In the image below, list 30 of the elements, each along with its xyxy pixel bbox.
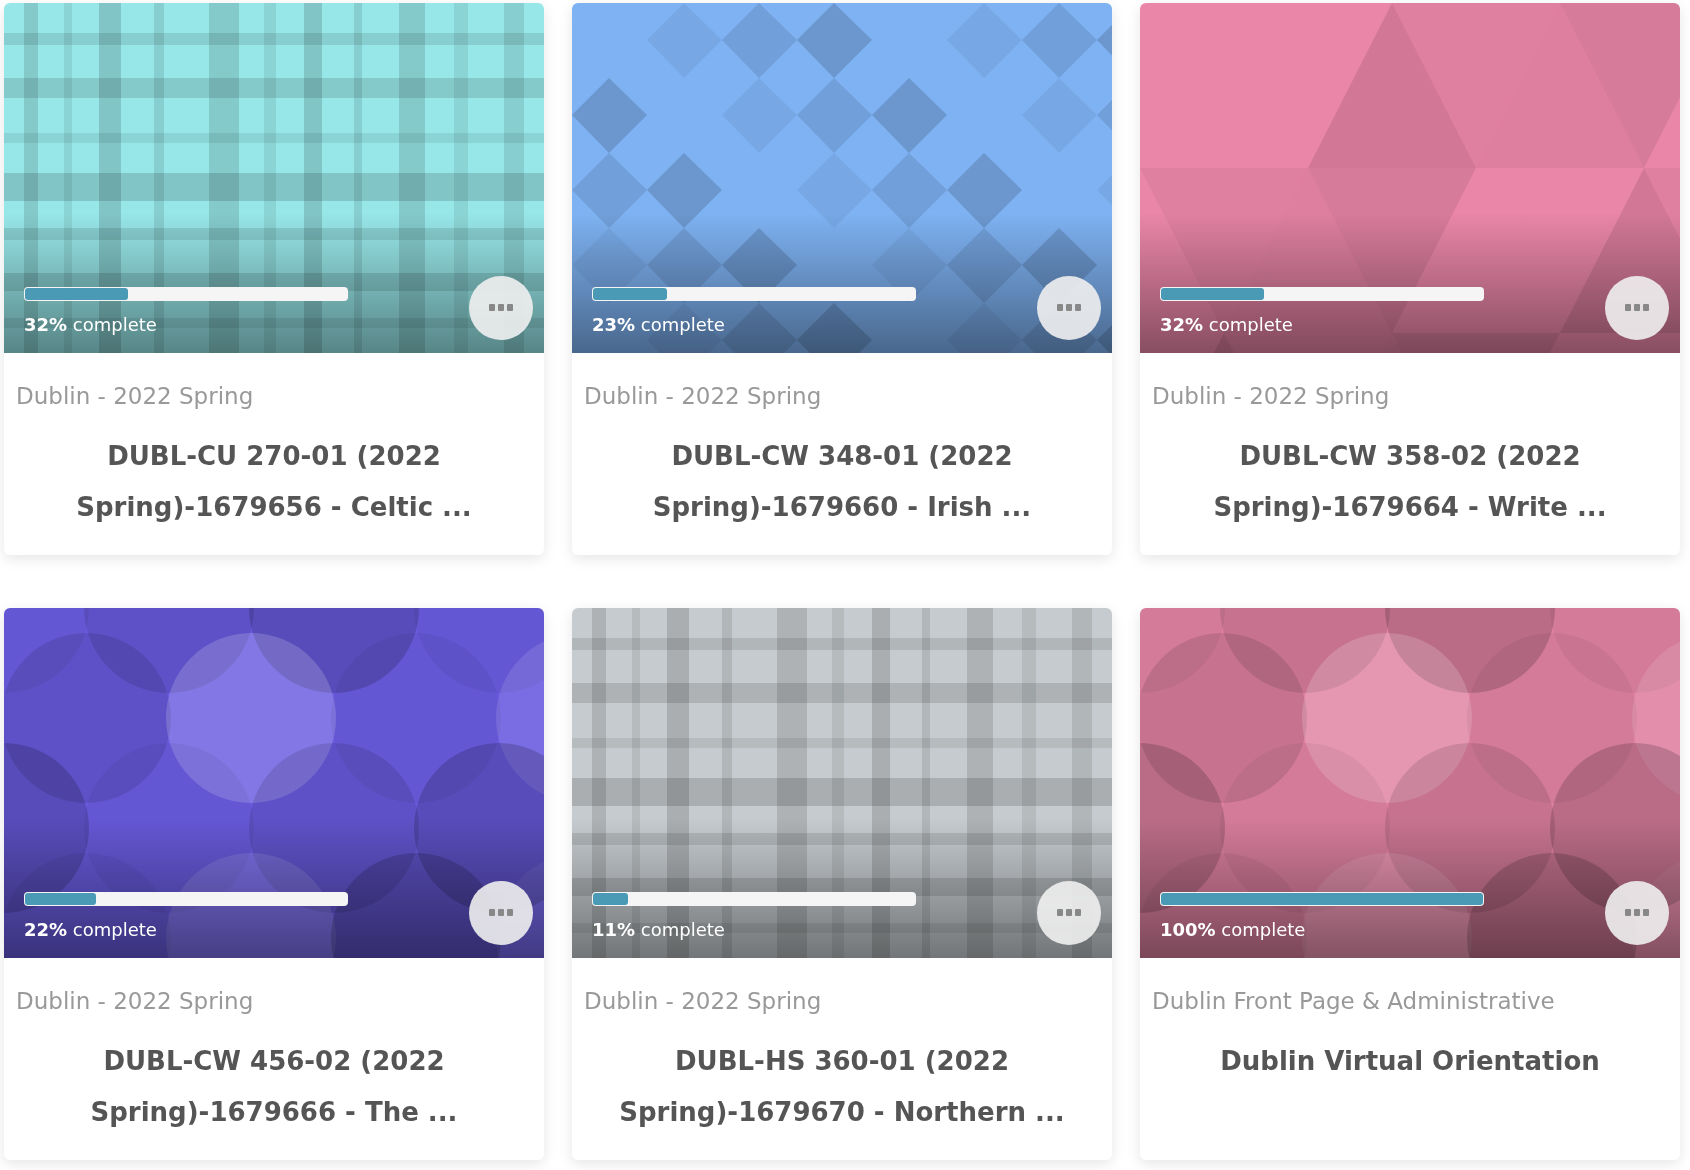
- course-card[interactable]: 32% complete Dublin - 2022 Spring DUBL-CU 270-01 (2022 Spring)-1679656 - Celtic ...: [4, 3, 544, 555]
- dots-icon: [1057, 909, 1081, 917]
- course-term: Dublin - 2022 Spring: [584, 988, 823, 1014]
- progress-label: 23% complete: [592, 314, 725, 335]
- progress-label: 11% complete: [592, 919, 725, 940]
- course-card[interactable]: 32% complete Dublin - 2022 Spring DUBL-CW 358-02 (2022 Spring)-1679664 - Write ...: [1140, 3, 1680, 555]
- course-term: Dublin - 2022 Spring: [1152, 383, 1391, 409]
- course-card[interactable]: 22% complete Dublin - 2022 Spring DUBL-CW 456-02 (2022 Spring)-1679666 - The ...: [4, 608, 544, 1160]
- course-term: Dublin - 2022 Spring: [16, 988, 255, 1014]
- dots-icon: [1057, 304, 1081, 312]
- dots-icon: [489, 304, 513, 312]
- progress-label: 32% complete: [1160, 314, 1293, 335]
- course-card[interactable]: 100% complete Dublin Front Page & Administrative Dublin Virtual Orientation: [1140, 608, 1680, 1160]
- course-title[interactable]: DUBL-CU 270-01 (2022 Spring)-1679656 - Celtic ...: [16, 431, 532, 533]
- progress-label: 22% complete: [24, 919, 157, 940]
- course-title[interactable]: DUBL-CW 348-01 (2022 Spring)-1679660 - Irish ...: [584, 431, 1100, 533]
- course-title[interactable]: DUBL-CW 358-02 (2022 Spring)-1679664 - Write ...: [1152, 431, 1668, 533]
- dots-icon: [489, 909, 513, 917]
- course-title[interactable]: Dublin Virtual Orientation: [1152, 1036, 1668, 1087]
- course-term: Dublin Front Page & Administrative: [1152, 988, 1556, 1014]
- course-card[interactable]: 23% complete Dublin - 2022 Spring DUBL-CW 348-01 (2022 Spring)-1679660 - Irish ...: [572, 3, 1112, 555]
- progress-label: 32% complete: [24, 314, 157, 335]
- course-term: Dublin - 2022 Spring: [584, 383, 823, 409]
- progress-label: 100% complete: [1160, 919, 1306, 940]
- course-card[interactable]: 11% complete Dublin - 2022 Spring DUBL-HS 360-01 (2022 Spring)-1679670 - Northern ...: [572, 608, 1112, 1160]
- dots-icon: [1625, 909, 1649, 917]
- course-title[interactable]: DUBL-HS 360-01 (2022 Spring)-1679670 - Northern ...: [584, 1036, 1100, 1138]
- course-title[interactable]: DUBL-CW 456-02 (2022 Spring)-1679666 - The ...: [16, 1036, 532, 1138]
- course-term: Dublin - 2022 Spring: [16, 383, 255, 409]
- dots-icon: [1625, 304, 1649, 312]
